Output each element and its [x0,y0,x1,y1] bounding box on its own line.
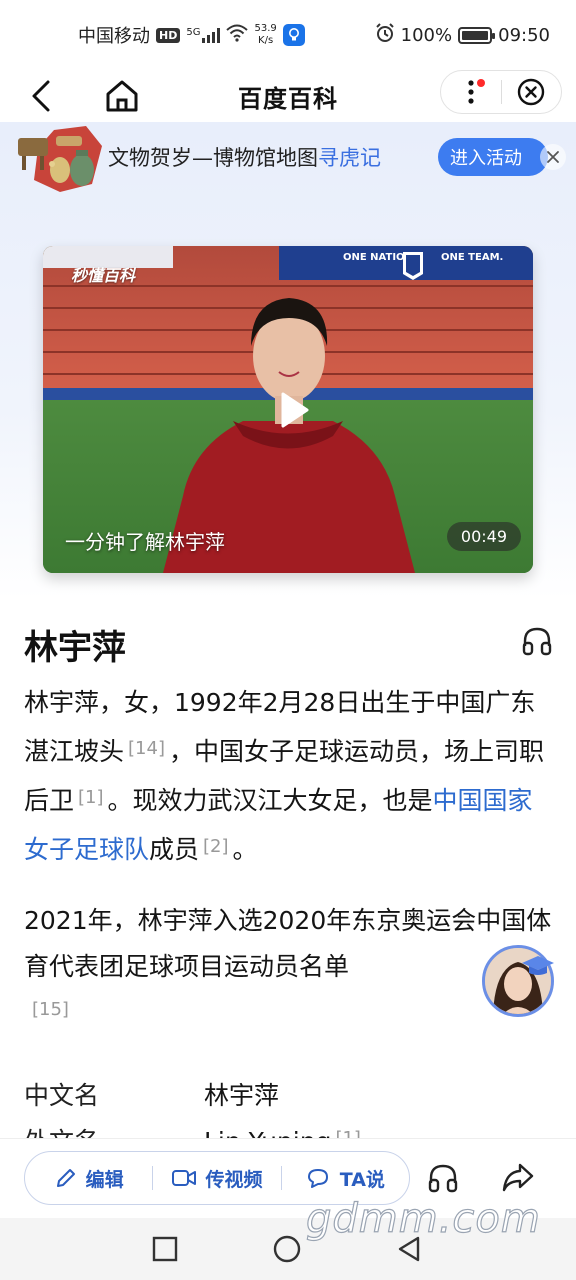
video-duration: 00:49 [446,522,521,551]
carrier-name: 中国移动 [78,26,150,47]
headphones-icon[interactable] [520,624,554,658]
museum-artifacts-illustration [18,126,102,192]
lightbulb-icon [282,24,305,46]
title-row: 林宇萍 [24,620,554,668]
wifi-icon [226,24,249,47]
infobox-key: 中文名 [24,1081,100,1110]
citation[interactable]: [15] [24,990,554,1030]
battery-percent: 100% [400,24,453,46]
olympics-paragraph: 2021年，林宇萍入选2020年东京奥运会中国体育代表团足球项目运动员名单 [1… [24,898,554,1030]
status-left: 中国移动 HD 5G 53.9 K/s [78,22,305,48]
infobox-row: 中文名 林宇萍 [24,1076,279,1112]
upload-video-label: 传视频 [205,1168,263,1191]
net-speed-unit: K/s [258,35,274,46]
miaodong-logo: 秒懂百科 [71,266,136,285]
enter-activity-button[interactable]: 进入活动 [438,138,548,176]
more-vertical-icon [468,80,474,104]
video-camera-icon [172,1170,197,1186]
net-speed: 53.9 K/s [254,23,276,47]
pencil-icon [56,1169,75,1187]
home-button[interactable] [100,74,144,118]
signal-type: 5G [186,27,201,38]
alarm-icon [375,22,395,48]
home-icon [106,80,138,112]
more-button[interactable] [441,71,501,113]
net-speed-value: 53.9 [254,23,277,34]
recent-apps-icon[interactable] [150,1234,180,1264]
watermark: gdmm.com [305,1195,541,1242]
status-bar: 中国移动 HD 5G 53.9 K/s 100% 09:50 [0,0,576,70]
intro-text-d: 成员 [149,835,200,864]
graduation-cap-icon [522,956,554,975]
upload-video-button[interactable]: 传视频 [153,1151,280,1205]
banner-close-button[interactable] [540,144,566,170]
scene-text-right: ONE TEAM. [441,252,503,263]
close-circle-icon [518,78,545,106]
close-button[interactable] [501,71,561,113]
intro-text-e: 。 [232,835,258,864]
edit-button[interactable]: 编辑 [25,1151,152,1205]
video-caption: 一分钟了解林宇萍 [65,530,225,554]
clock: 09:50 [498,24,550,46]
chevron-left-icon [32,80,50,112]
ta-say-label: TA说 [339,1168,385,1191]
chat-bubble-icon [307,1169,328,1188]
signal-icon: 5G [186,27,221,43]
promo-banner[interactable]: 文物贺岁—博物馆地图寻虎记 进入活动 [0,122,576,194]
share-icon[interactable] [500,1159,536,1195]
citation[interactable]: [2] [203,836,229,857]
battery-icon [458,26,496,44]
intro-text-c: 。现效力武汉江大女足，也是 [107,786,433,815]
hd-badge: HD [156,27,181,43]
status-right: 100% 09:50 [375,22,550,48]
infobox-value: 林宇萍 [204,1081,280,1110]
mini-program-capsule [440,70,562,114]
home-circle-icon[interactable] [272,1234,302,1264]
back-button[interactable] [22,76,62,116]
top-nav-bar: 百度百科 [0,70,576,122]
banner-text-main: 文物贺岁—博物馆地图 [108,146,318,170]
notification-dot [476,79,485,87]
play-icon[interactable] [273,390,313,430]
banner-text-highlight: 寻虎记 [318,146,381,170]
citation[interactable]: [14] [128,738,165,759]
entry-title: 林宇萍 [24,628,126,668]
video-player[interactable]: ONE NATION. ONE TEAM. 秒懂百科 一分钟了解林宇萍 00:4… [43,246,533,573]
hero-section: 文物贺岁—博物馆地图寻虎记 进入活动 ONE NATION. ONE TEAM. [0,122,576,600]
intro-paragraph: 林宇萍，女，1992年2月28日出生于中国广东湛江坡头 [14] ，中国女子足球运动… [24,680,554,873]
close-icon [547,151,559,163]
banner-text: 文物贺岁—博物馆地图寻虎记 [108,142,381,172]
edit-label: 编辑 [85,1168,124,1191]
headphones-icon[interactable] [426,1161,460,1195]
citation[interactable]: [1] [78,787,104,808]
olympics-text: 2021年，林宇萍入选2020年东京奥运会中国体育代表团足球项目运动员名单 [24,906,552,981]
